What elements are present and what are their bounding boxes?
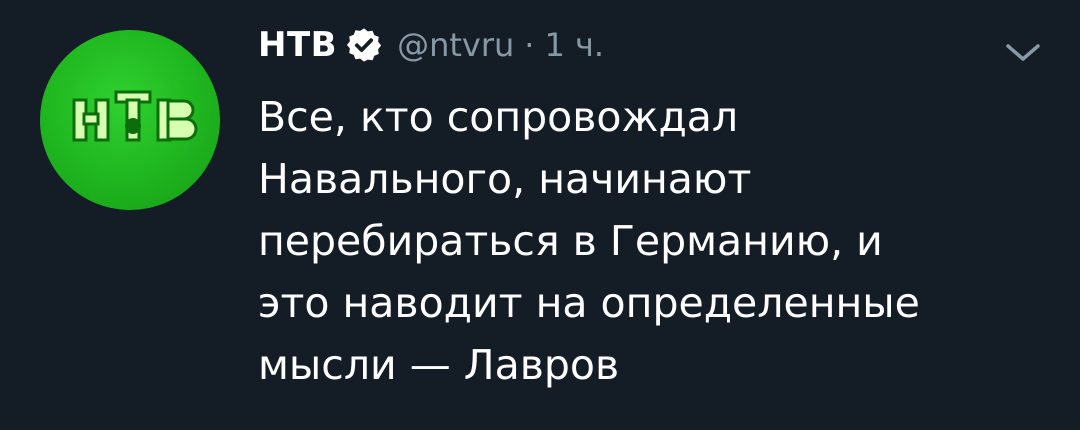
header-separator: ·	[524, 26, 535, 64]
avatar[interactable]	[40, 30, 220, 210]
tweet-text: Все, кто сопровождал Навального, начинаю…	[258, 86, 1038, 396]
tweet-text-line: мысли — Лавров	[258, 341, 620, 389]
tweet-text-line: это наводит на определенные	[258, 279, 920, 327]
tweet-text-line: Навального, начинают	[258, 155, 752, 203]
tweet-timestamp[interactable]: 1 ч.	[544, 26, 604, 64]
author-name[interactable]: НТВ	[258, 25, 337, 65]
ntv-logo-icon	[72, 90, 198, 142]
verified-badge-icon	[346, 28, 382, 62]
chevron-down-icon[interactable]	[1002, 38, 1044, 66]
tweet-card[interactable]: НТВ @ntvru · 1 ч. Все, кто сопровождал Н…	[0, 0, 1080, 430]
tweet-header: НТВ @ntvru · 1 ч.	[258, 18, 604, 72]
tweet-text-line: перебираться в Германию, и	[258, 217, 883, 265]
author-handle[interactable]: @ntvru	[397, 26, 514, 64]
tweet-text-line: Все, кто сопровождал	[258, 93, 739, 141]
